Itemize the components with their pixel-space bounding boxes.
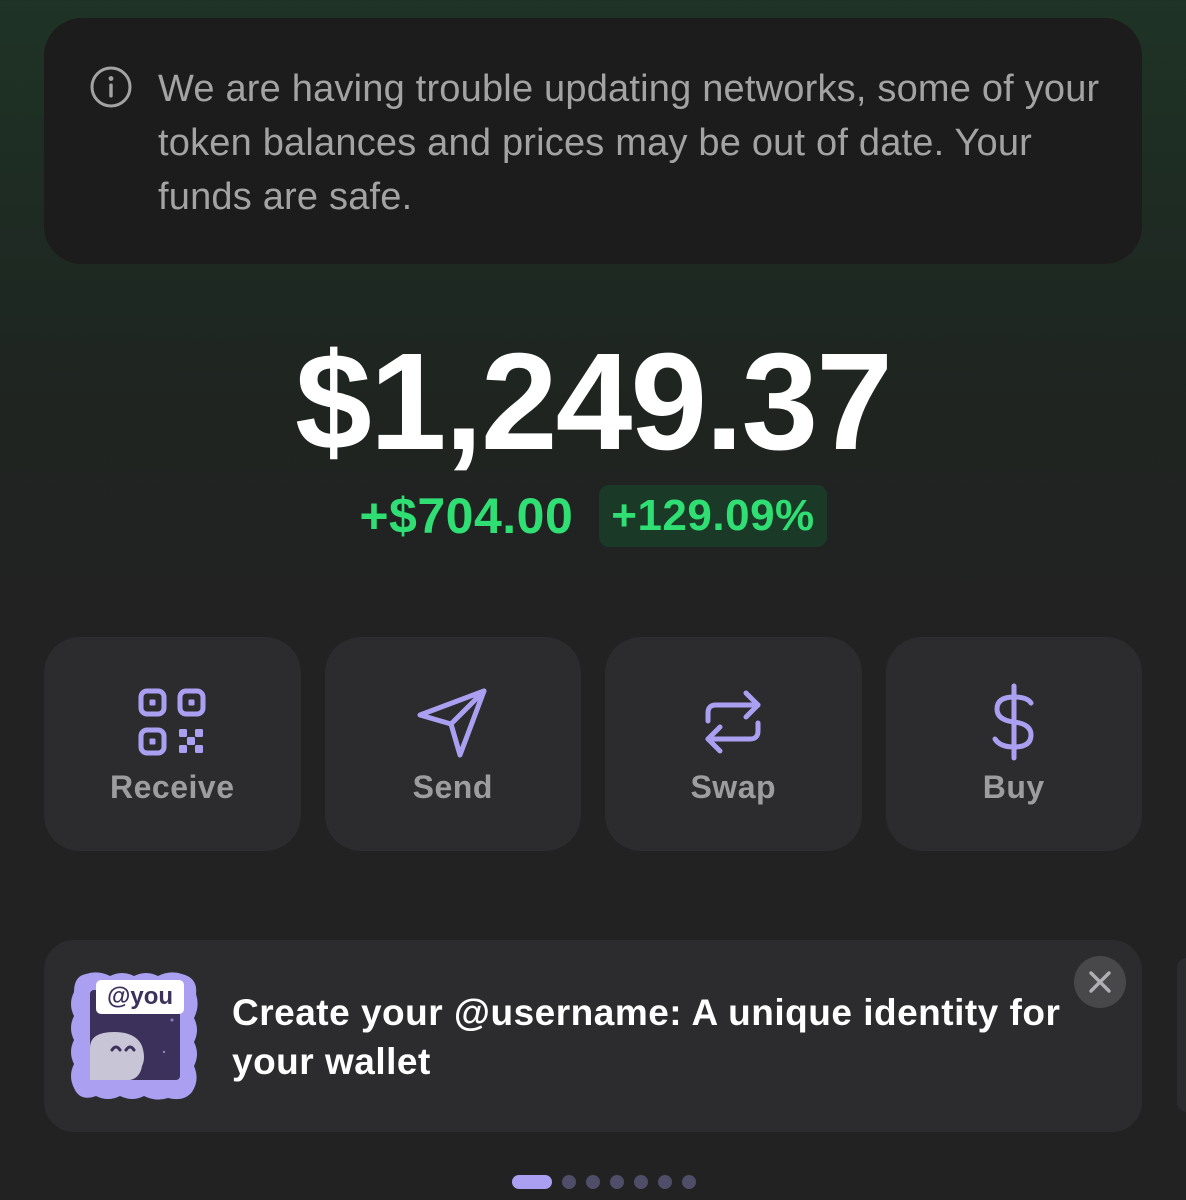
send-label: Send bbox=[412, 769, 493, 805]
promo-text: Create your @username: A unique identity… bbox=[232, 992, 1061, 1082]
pager-dot[interactable] bbox=[634, 1175, 648, 1189]
pager-dot-active[interactable] bbox=[512, 1175, 552, 1189]
change-amount: +$704.00 bbox=[359, 488, 574, 544]
send-button[interactable]: Send bbox=[324, 637, 581, 851]
quick-actions: Receive Send Swap Buy bbox=[44, 637, 1142, 851]
dollar-icon bbox=[992, 683, 1034, 761]
qr-code-icon bbox=[138, 688, 206, 756]
portfolio-balance: $1,249.37 bbox=[295, 325, 893, 479]
warning-message: We are having trouble updating networks,… bbox=[158, 68, 1100, 218]
buy-label: Buy bbox=[982, 769, 1045, 805]
username-promo-card[interactable]: @you Create your @username: A unique ide… bbox=[44, 940, 1142, 1132]
receive-button[interactable]: Receive bbox=[44, 637, 301, 851]
pager-dot[interactable] bbox=[610, 1175, 624, 1189]
swap-label: Swap bbox=[690, 769, 777, 805]
close-promo-button[interactable] bbox=[1074, 956, 1126, 1008]
carousel-pager bbox=[512, 1175, 696, 1189]
send-icon bbox=[417, 688, 487, 758]
receive-label: Receive bbox=[110, 769, 235, 805]
pager-dot[interactable] bbox=[658, 1175, 672, 1189]
username-badge-illustration: @you bbox=[71, 972, 198, 1100]
swap-icon bbox=[705, 690, 761, 754]
swap-button[interactable]: Swap bbox=[605, 637, 862, 851]
network-warning-banner: We are having trouble updating networks,… bbox=[44, 18, 1142, 264]
info-icon bbox=[90, 66, 132, 108]
pager-dot[interactable] bbox=[586, 1175, 600, 1189]
buy-button[interactable]: Buy bbox=[885, 637, 1142, 851]
close-icon bbox=[1089, 971, 1111, 993]
change-percent-badge: +129.09% bbox=[599, 485, 827, 547]
balance-change: +$704.00 +129.09% bbox=[0, 483, 1186, 549]
pager-dot[interactable] bbox=[562, 1175, 576, 1189]
pager-dot[interactable] bbox=[682, 1175, 696, 1189]
username-badge-text: @you bbox=[107, 983, 173, 1010]
next-promo-card-peek[interactable] bbox=[1177, 958, 1186, 1112]
